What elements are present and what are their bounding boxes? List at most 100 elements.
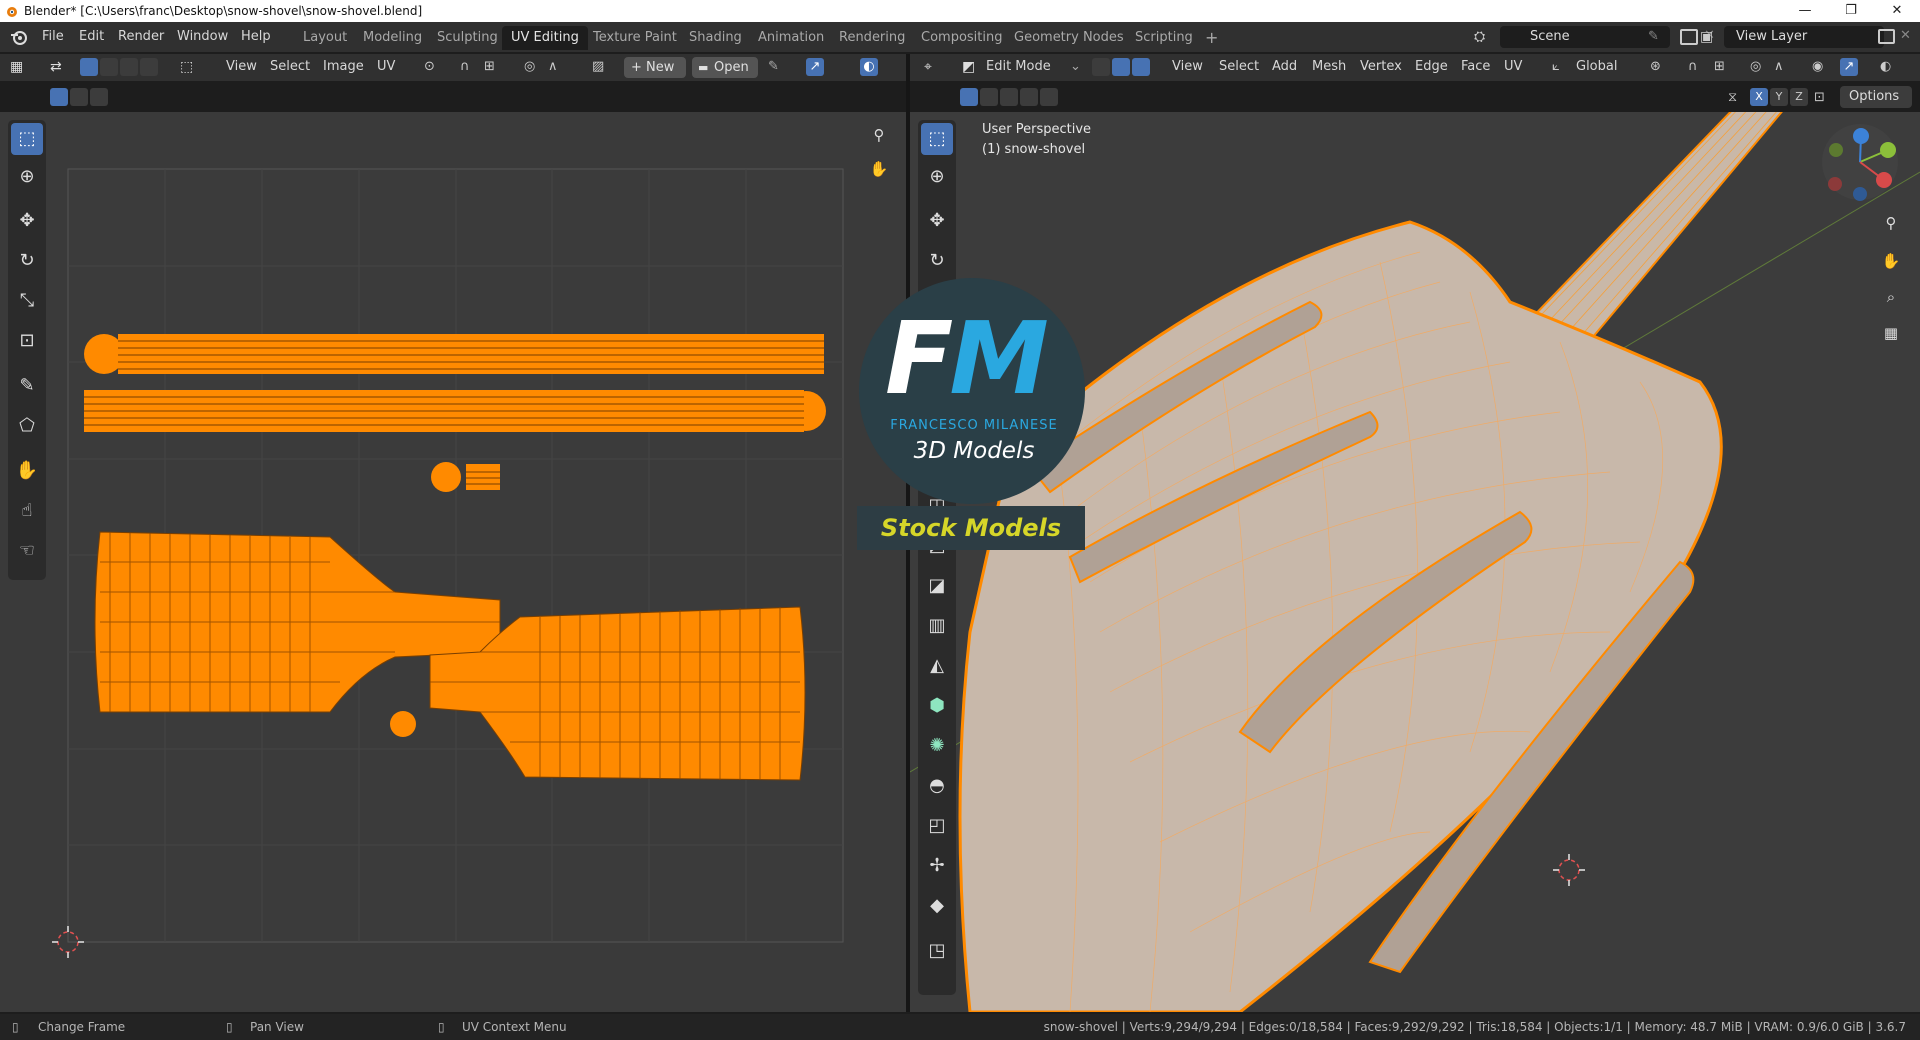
mode-selector[interactable]: Edit Mode xyxy=(986,59,1051,74)
edit-mode-icon[interactable]: ◩ xyxy=(962,58,980,76)
vp-menu-mesh[interactable]: Mesh xyxy=(1312,59,1346,74)
navigation-gizmo[interactable] xyxy=(1822,124,1898,201)
delete-view-layer-icon[interactable]: ✕ xyxy=(1900,28,1911,43)
mirror-z-toggle[interactable]: Z xyxy=(1790,88,1808,106)
view-layer-icon[interactable]: ▣ xyxy=(1700,29,1713,45)
bevel-tool[interactable]: ◪ xyxy=(921,570,953,602)
pinch-tool[interactable]: ☜ xyxy=(11,535,43,567)
add-workspace-button[interactable]: + xyxy=(1196,26,1227,50)
edge-select-icon[interactable] xyxy=(100,58,118,76)
grab-tool[interactable]: ✋ xyxy=(11,455,43,487)
island-select-icon[interactable] xyxy=(140,58,158,76)
vp-menu-face[interactable]: Face xyxy=(1461,59,1490,74)
view-layer-field[interactable]: View Layer xyxy=(1724,26,1884,48)
pin-scene-icon[interactable]: ✎ xyxy=(1648,29,1659,44)
maximize-button[interactable]: ❐ xyxy=(1828,0,1874,22)
pivot-icon[interactable]: ⊙ xyxy=(424,58,442,76)
tab-sculpting[interactable]: Sculpting xyxy=(428,26,507,50)
viewport-editor-type-icon[interactable]: ⌖ xyxy=(924,58,942,76)
new-scene-icon[interactable] xyxy=(1680,29,1698,45)
tab-animation[interactable]: Animation xyxy=(749,26,833,50)
sticky-select-icon[interactable]: ⬚ xyxy=(180,58,198,76)
menu-edit[interactable]: Edit xyxy=(79,29,104,44)
uv-menu-select[interactable]: Select xyxy=(270,59,310,74)
vp-select-intersect-icon[interactable] xyxy=(1040,88,1058,106)
tab-shading[interactable]: Shading xyxy=(680,26,751,50)
select-subtract-mode-icon[interactable] xyxy=(90,88,108,106)
shear-tool[interactable]: ◆ xyxy=(921,890,953,922)
options-dropdown[interactable]: Options xyxy=(1840,86,1912,108)
vp-falloff-icon[interactable]: ∧ xyxy=(1774,58,1792,76)
proportional-edit-icon[interactable]: ◎ xyxy=(524,58,542,76)
poly-build-tool[interactable]: ⬢ xyxy=(921,690,953,722)
snap-icon[interactable]: ∩ xyxy=(460,58,478,76)
scene-field[interactable]: Scene xyxy=(1500,26,1670,48)
smooth-tool[interactable]: ◓ xyxy=(921,770,953,802)
cursor-tool[interactable]: ⊕ xyxy=(11,161,43,193)
vp-proportional-icon[interactable]: ◎ xyxy=(1750,58,1768,76)
vp-snap-icon[interactable]: ∩ xyxy=(1688,58,1706,76)
tab-geometry-nodes[interactable]: Geometry Nodes xyxy=(1005,26,1133,50)
select-box-tool[interactable]: ⬚ xyxy=(11,123,43,155)
pivot-point-icon[interactable]: ⊛ xyxy=(1650,58,1668,76)
vp-select-box-icon[interactable] xyxy=(960,88,978,106)
loop-cut-tool[interactable]: ▥ xyxy=(921,610,953,642)
spin-tool[interactable]: ✺ xyxy=(921,730,953,762)
mirror-y-toggle[interactable]: Y xyxy=(1770,88,1788,106)
visibility-icon[interactable]: ◉ xyxy=(1812,58,1830,76)
select-extend-mode-icon[interactable] xyxy=(70,88,88,106)
vp-cursor-tool[interactable]: ⊕ xyxy=(921,161,953,193)
vertex-select-icon[interactable] xyxy=(80,58,98,76)
face-select-icon[interactable] xyxy=(120,58,138,76)
tab-scripting[interactable]: Scripting xyxy=(1126,26,1202,50)
relax-tool[interactable]: ☝ xyxy=(11,495,43,527)
falloff-icon[interactable]: ∧ xyxy=(548,58,566,76)
scene-selector-icon[interactable]: ⛭ xyxy=(1474,29,1485,45)
rip-tool[interactable]: ◳ xyxy=(921,935,953,967)
vp-snap-target-icon[interactable]: ⊞ xyxy=(1714,58,1732,76)
vp-rotate-tool[interactable]: ↻ xyxy=(921,245,953,277)
shrink-fatten-tool[interactable]: ✢ xyxy=(921,850,953,882)
annotate-tool[interactable]: ✎ xyxy=(11,370,43,402)
vp-select-extend-icon[interactable] xyxy=(980,88,998,106)
tab-rendering[interactable]: Rendering xyxy=(830,26,914,50)
knife-tool[interactable]: ◭ xyxy=(921,650,953,682)
3d-viewport[interactable]: User Perspective (1) snow-shovel ⬚ ⊕ ✥ ↻… xyxy=(910,112,1920,1012)
tab-compositing[interactable]: Compositing xyxy=(912,26,1012,50)
camera-view-icon[interactable]: ⌕ xyxy=(1878,284,1904,310)
edge-mode-icon[interactable] xyxy=(1112,58,1130,76)
sync-selection-icon[interactable]: ⇄ xyxy=(50,58,68,76)
minimize-button[interactable]: — xyxy=(1782,0,1828,22)
vp-zoom-icon[interactable]: ⚲ xyxy=(1878,210,1904,236)
menu-file[interactable]: File xyxy=(42,29,64,44)
menu-render[interactable]: Render xyxy=(118,29,164,44)
close-button[interactable]: ✕ xyxy=(1874,0,1920,22)
overlays-icon[interactable]: ◐ xyxy=(860,58,878,76)
orientation-selector[interactable]: Global xyxy=(1576,59,1617,74)
vp-pan-hand-icon[interactable]: ✋ xyxy=(1878,248,1904,274)
open-image-button[interactable]: ▬ Open xyxy=(692,57,758,78)
3d-cursor-icon[interactable] xyxy=(1553,854,1585,886)
new-image-button[interactable]: + New xyxy=(624,57,686,78)
rip-region-tool[interactable]: ⬠ xyxy=(11,410,43,442)
mirror-icon[interactable]: ⧖ xyxy=(1728,90,1737,105)
vp-menu-vertex[interactable]: Vertex xyxy=(1360,59,1402,74)
vp-menu-view[interactable]: View xyxy=(1172,59,1203,74)
move-tool[interactable]: ✥ xyxy=(11,205,43,237)
vp-menu-add[interactable]: Add xyxy=(1272,59,1297,74)
image-browse-icon[interactable]: ▨ xyxy=(592,58,610,76)
tab-modeling[interactable]: Modeling xyxy=(354,26,431,50)
pin-icon[interactable]: ✎ xyxy=(768,58,786,76)
vp-select-subtract-icon[interactable] xyxy=(1000,88,1018,106)
edge-slide-tool[interactable]: ◰ xyxy=(921,810,953,842)
rotate-tool[interactable]: ↻ xyxy=(11,245,43,277)
menu-help[interactable]: Help xyxy=(241,29,271,44)
uv-editor-canvas[interactable]: ⬚ ⊕ ✥ ↻ ⤡ ⊡ ✎ ⬠ ✋ ☝ ☜ ⚲ ✋ xyxy=(0,112,906,1012)
uv-menu-view[interactable]: View xyxy=(226,59,257,74)
vp-menu-uv[interactable]: UV xyxy=(1504,59,1522,74)
vp-select-invert-icon[interactable] xyxy=(1020,88,1038,106)
grid-view-icon[interactable]: ▦ xyxy=(1878,320,1904,346)
orientation-icon[interactable]: ⟀ xyxy=(1552,58,1570,76)
vp-menu-edge[interactable]: Edge xyxy=(1415,59,1448,74)
snap-target-icon[interactable]: ⊞ xyxy=(484,58,502,76)
